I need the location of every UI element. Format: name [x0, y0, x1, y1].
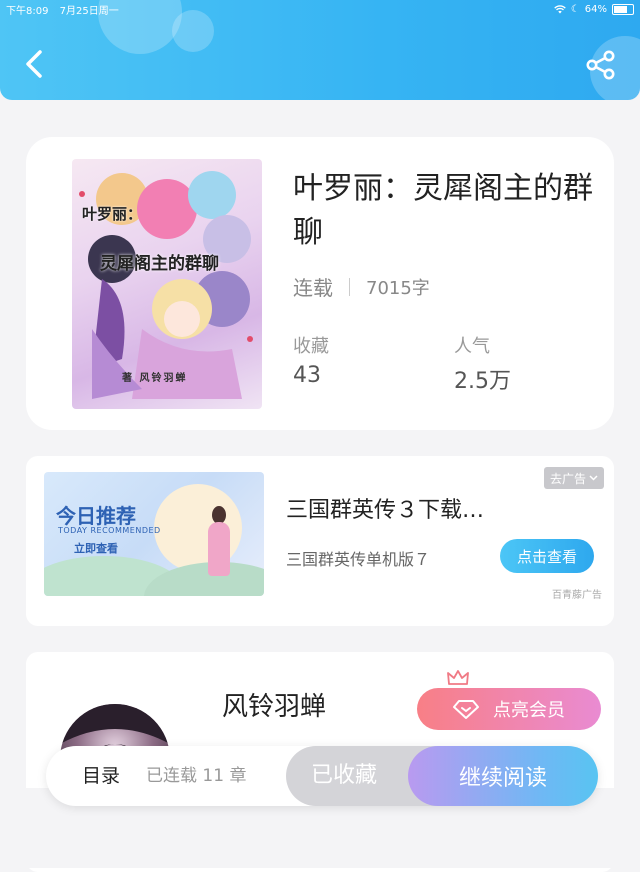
ad-title: 三国群英传３下载…	[286, 498, 485, 523]
author-name: 风铃羽蝉	[222, 692, 327, 722]
popularity-label: 人气	[454, 336, 490, 357]
back-arrow-icon	[26, 50, 42, 78]
favorites-value: 43	[293, 363, 321, 388]
status-time: 下午8:09	[6, 5, 49, 17]
cover-title-top: 叶罗丽：	[82, 205, 143, 223]
book-status: 连载	[293, 276, 333, 300]
ad-image[interactable]: 今日推荐 TODAY RECOMMENDED 立即查看	[44, 472, 264, 596]
remove-ad-button[interactable]: 去广告	[543, 467, 604, 489]
favorites-label: 收藏	[293, 336, 329, 357]
book-title: 叶罗丽：灵犀阁主的群聊	[293, 171, 593, 250]
chevron-down-icon	[589, 475, 598, 481]
status-bar: 下午8:09 7月25日周一 ☾ 64%	[0, 0, 640, 18]
cover-title-main: 灵犀阁主的群聊	[100, 254, 219, 274]
meta-divider	[349, 277, 350, 296]
continue-reading-button[interactable]: 继续阅读	[408, 746, 598, 806]
diamond-icon	[453, 700, 479, 719]
popularity-value: 2.5万	[454, 369, 511, 394]
wifi-icon	[554, 4, 566, 13]
share-button[interactable]	[584, 48, 618, 82]
status-date: 7月25日周一	[59, 5, 119, 17]
cover-author: 著 风铃羽蝉	[122, 373, 188, 384]
ad-card[interactable]: 今日推荐 TODAY RECOMMENDED 立即查看 三国群英传３下载… 三国…	[26, 456, 614, 626]
ad-image-subtitle: TODAY RECOMMENDED	[58, 526, 161, 535]
back-button[interactable]	[20, 44, 50, 84]
share-icon	[586, 50, 615, 80]
status-left: 下午8:09 7月25日周一	[0, 2, 119, 17]
bottom-action-bar: 目录 已连载 11 章 已收藏 继续阅读	[46, 746, 598, 806]
book-meta: 连载 7015字	[293, 272, 430, 301]
battery-percent: 64%	[584, 3, 607, 15]
ad-image-title: 今日推荐	[56, 504, 136, 528]
vip-button[interactable]: 点亮会员	[417, 688, 601, 730]
book-info-card: 叶罗丽： 灵犀阁主的群聊 著 风铃羽蝉 叶罗丽：灵犀阁主的群聊 连载 7015字…	[26, 137, 614, 430]
toc-button[interactable]: 目录	[82, 746, 120, 806]
book-cover[interactable]: 叶罗丽： 灵犀阁主的群聊 著 风铃羽蝉	[72, 159, 262, 409]
vip-button-label: 点亮会员	[493, 700, 565, 721]
status-right: ☾ 64%	[554, 3, 640, 15]
favorited-label: 已收藏	[311, 763, 378, 788]
header: 下午8:09 7月25日周一 ☾ 64%	[0, 0, 640, 100]
word-count: 7015字	[366, 277, 430, 299]
remove-ad-label: 去广告	[549, 471, 586, 486]
ad-image-figure	[208, 522, 230, 576]
ad-image-cta: 立即查看	[74, 542, 118, 555]
ad-source: 百青藤广告	[552, 590, 602, 601]
crown-icon	[447, 670, 469, 685]
ad-subtitle: 三国群英传单机版７	[286, 550, 431, 569]
serial-status: 已连载 11 章	[146, 766, 247, 786]
battery-icon	[612, 3, 634, 15]
moon-icon: ☾	[570, 3, 580, 15]
ad-view-button[interactable]: 点击查看	[500, 539, 594, 573]
